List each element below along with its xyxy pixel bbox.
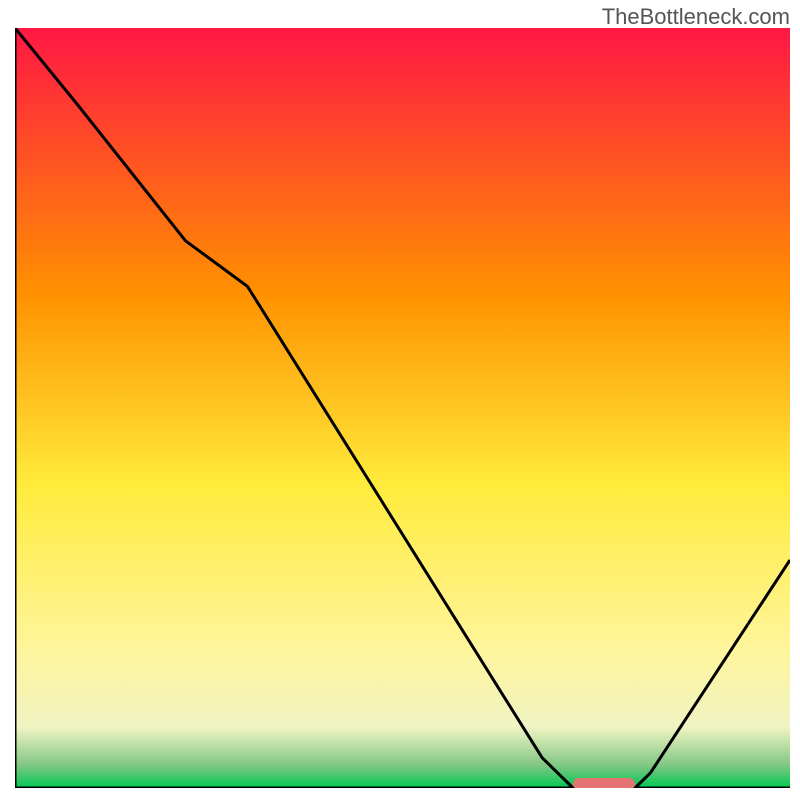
watermark-text: TheBottleneck.com xyxy=(602,4,790,30)
optimal-marker xyxy=(573,778,635,788)
chart-container: TheBottleneck.com xyxy=(0,0,800,800)
plot-area xyxy=(15,28,790,788)
background-gradient xyxy=(15,28,790,788)
chart-svg xyxy=(15,28,790,788)
